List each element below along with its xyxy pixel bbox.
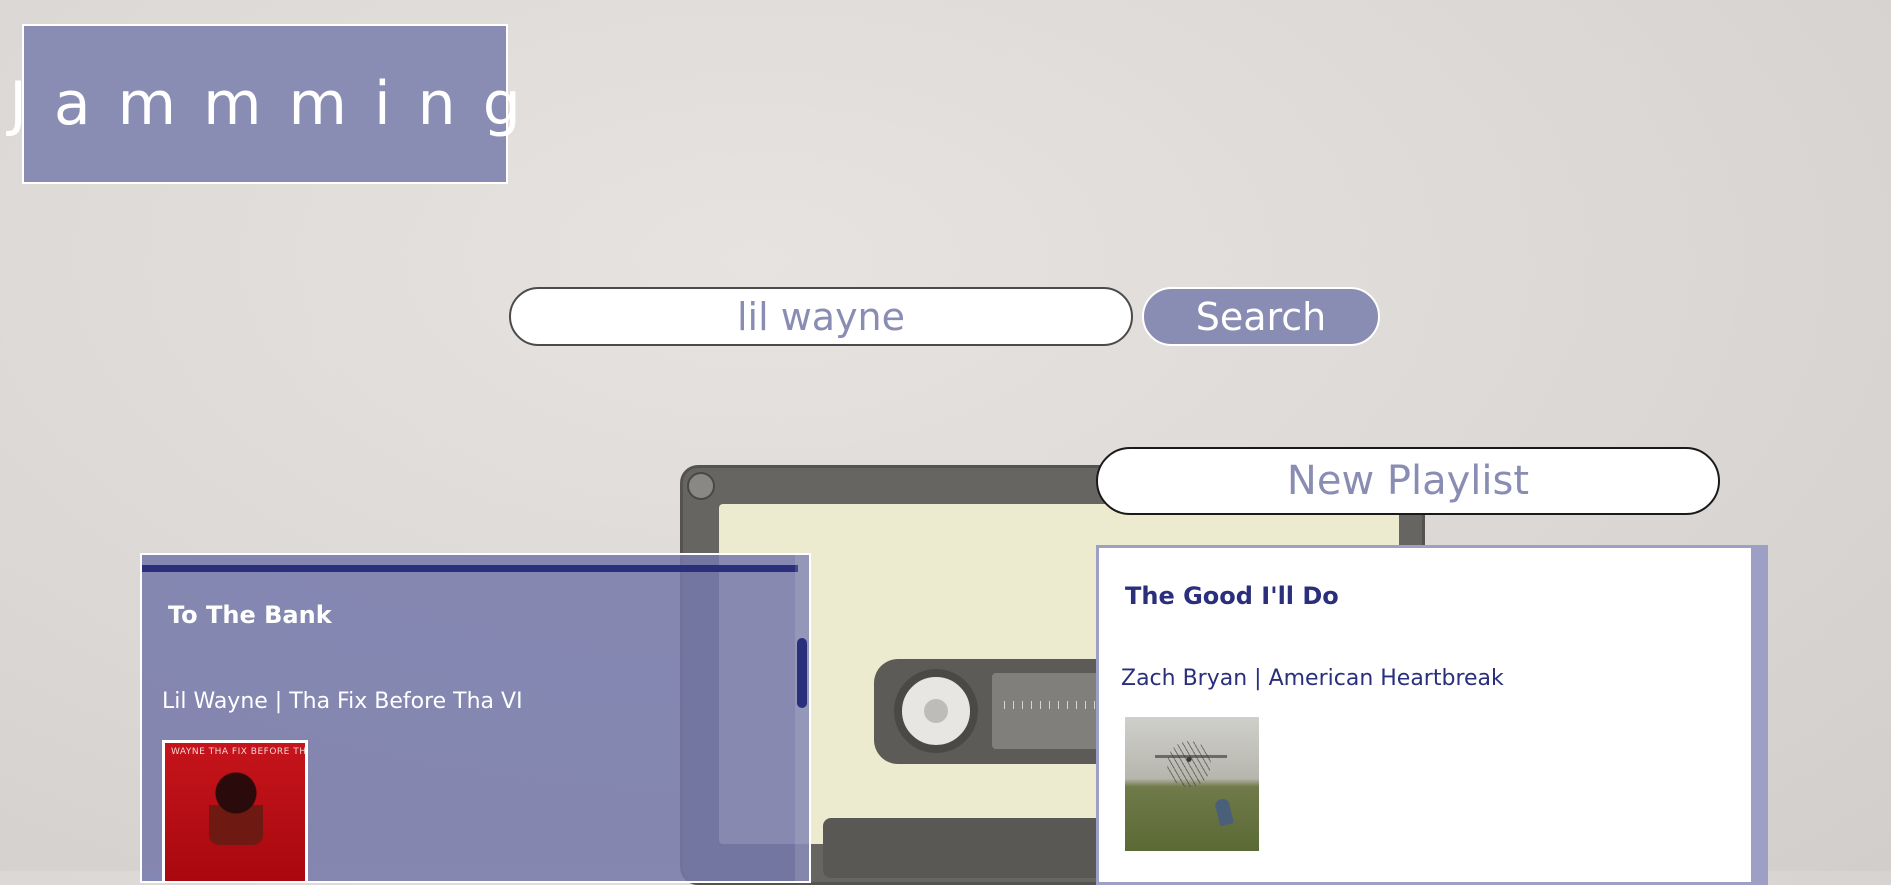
album-cover-tree: [1167, 741, 1211, 787]
search-results-panel: To The Bank Lil Wayne | Tha Fix Before T…: [140, 553, 811, 883]
album-cover-text: WAYNE THA FIX BEFORE THA VI: [171, 747, 307, 757]
search-button[interactable]: Search: [1142, 287, 1380, 346]
app-logo-text: Jammming: [9, 69, 548, 139]
cassette-reel-icon: [894, 669, 978, 753]
results-scrollbar[interactable]: [795, 555, 809, 881]
playlist-name-input[interactable]: [1096, 447, 1720, 515]
playlist-scrollbar[interactable]: [1751, 548, 1765, 882]
track-artist-album: Zach Bryan | American Heartbreak: [1121, 666, 1504, 691]
track-name: The Good I'll Do: [1125, 582, 1339, 610]
track-artist-album: Lil Wayne | Tha Fix Before Tha VI: [162, 689, 523, 714]
app-logo: Jammming: [9, 24, 521, 184]
album-cover-image: WAYNE THA FIX BEFORE THA VI: [162, 740, 308, 881]
playlist-track-item[interactable]: The Good I'll Do Zach Bryan | American H…: [1121, 582, 1504, 851]
results-track-item[interactable]: To The Bank Lil Wayne | Tha Fix Before T…: [162, 601, 523, 881]
cassette-screw-icon: [687, 472, 715, 500]
playlist-panel: The Good I'll Do Zach Bryan | American H…: [1096, 545, 1768, 885]
results-header-bar: [142, 565, 798, 572]
album-cover-figure: [209, 765, 263, 845]
album-cover-person: [1214, 797, 1234, 827]
album-cover-image: [1125, 717, 1259, 851]
track-name: To The Bank: [168, 601, 332, 629]
search-input[interactable]: [509, 287, 1133, 346]
results-scroll-thumb[interactable]: [797, 638, 807, 708]
